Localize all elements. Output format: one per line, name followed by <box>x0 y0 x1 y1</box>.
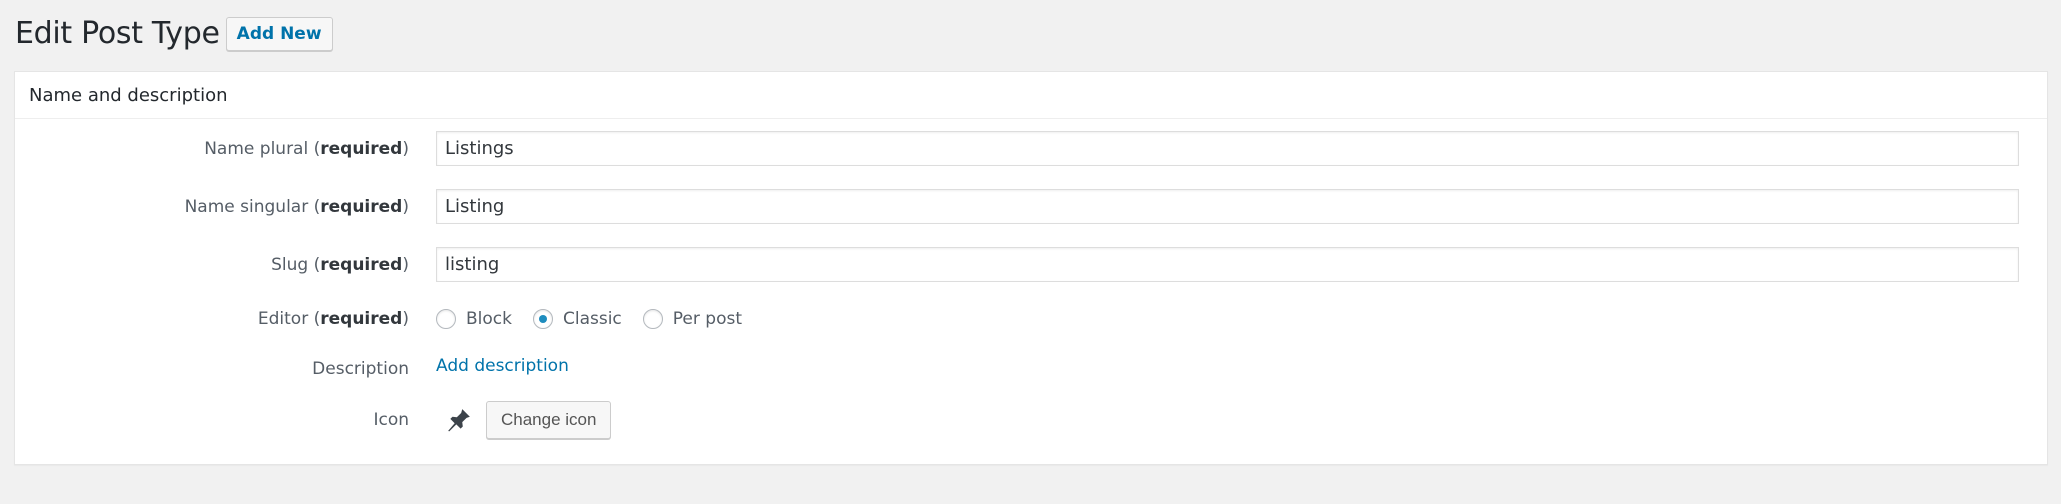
add-new-button[interactable]: Add New <box>225 17 333 51</box>
name-singular-field-wrap <box>436 189 2019 224</box>
name-plural-row: Name plural (required) <box>15 131 2047 166</box>
radio-classic[interactable] <box>532 309 553 329</box>
icon-field-wrap: Change icon <box>436 401 612 439</box>
icon-label: Icon <box>373 410 409 430</box>
icon-row: Icon Change icon <box>15 400 2047 440</box>
name-plural-field-wrap <box>436 131 2019 166</box>
editor-option-classic[interactable]: Classic <box>532 309 622 329</box>
panel-title: Name and description <box>29 84 228 106</box>
panel-header: Name and description <box>15 72 2047 119</box>
editor-radio-group: Block Classic Per post <box>436 309 763 329</box>
name-plural-label: Name plural (required) <box>204 138 409 159</box>
slug-label: Slug (required) <box>271 254 409 275</box>
name-singular-input[interactable] <box>436 189 2019 224</box>
name-and-description-panel: Name and description Name plural (requir… <box>14 71 2048 465</box>
radio-per-post[interactable] <box>642 309 663 329</box>
page-title: Edit Post Type <box>15 16 220 51</box>
description-field-wrap: Add description <box>436 356 569 376</box>
radio-block[interactable] <box>436 309 456 329</box>
change-icon-button[interactable]: Change icon <box>486 401 612 439</box>
editor-option-block[interactable]: Block <box>436 309 512 329</box>
slug-row: Slug (required) <box>15 247 2047 282</box>
description-row: Description Add description <box>15 354 2047 384</box>
slug-input[interactable] <box>436 247 2019 282</box>
add-description-link[interactable]: Add description <box>436 356 569 376</box>
pin-icon <box>448 409 470 432</box>
name-plural-input[interactable] <box>436 131 2019 166</box>
editor-label: Editor (required) <box>257 309 409 329</box>
page-header: Edit Post Type Add New <box>15 14 333 54</box>
editor-option-per-post[interactable]: Per post <box>642 309 742 329</box>
slug-field-wrap <box>436 247 2019 282</box>
name-singular-label: Name singular (required) <box>184 196 409 217</box>
editor-row: Editor (required) Block Classic Per post <box>15 304 2047 334</box>
name-singular-row: Name singular (required) <box>15 189 2047 224</box>
description-label: Description <box>312 359 409 379</box>
